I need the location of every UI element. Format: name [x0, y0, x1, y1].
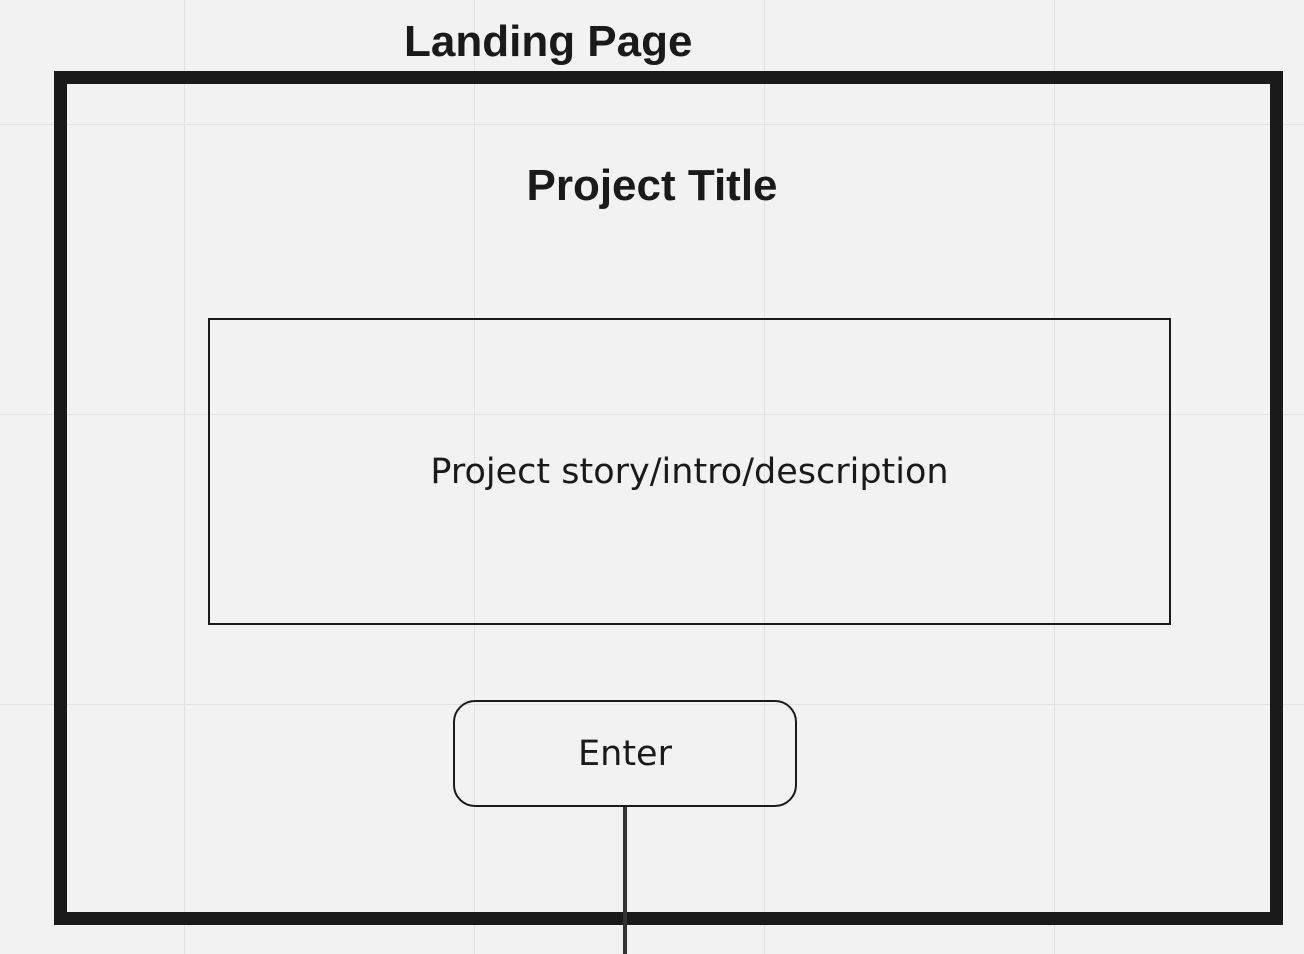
enter-button-label: Enter	[578, 733, 672, 774]
enter-button[interactable]: Enter	[453, 700, 797, 807]
project-title: Project Title	[526, 161, 778, 210]
connector-line	[623, 807, 627, 954]
description-box: Project story/intro/description	[208, 318, 1171, 625]
frame-label: Landing Page	[404, 17, 693, 66]
description-text: Project story/intro/description	[430, 451, 949, 492]
